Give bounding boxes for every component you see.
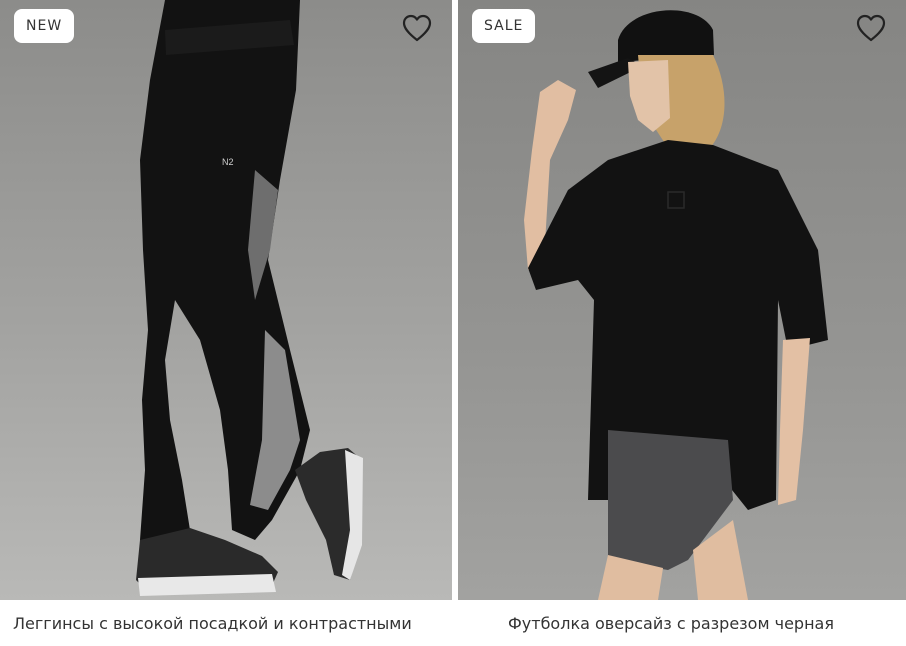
product-card-tshirt[interactable]: SALE Футболка оверсайз с разрезом черная: [458, 0, 906, 646]
wishlist-heart-icon[interactable]: [402, 14, 432, 42]
leggings-photo: N2: [0, 0, 452, 600]
product-image-leggings[interactable]: N2: [0, 0, 452, 600]
sale-badge: SALE: [472, 9, 536, 43]
product-title[interactable]: Леггинсы с высокой посадкой и контрастны…: [0, 614, 452, 633]
new-badge: NEW: [14, 9, 75, 43]
wishlist-heart-icon[interactable]: [856, 14, 886, 42]
heart-outline-icon: [856, 14, 886, 42]
product-card-leggings[interactable]: N2 NEW Леггинсы с высокой посадкой и кон…: [0, 0, 452, 646]
product-grid: N2 NEW Леггинсы с высокой посадкой и кон…: [0, 0, 906, 646]
heart-outline-icon: [402, 14, 432, 42]
product-title[interactable]: Футболка оверсайз с разрезом черная: [458, 614, 906, 633]
tshirt-photo: [458, 0, 906, 600]
product-image-tshirt[interactable]: [458, 0, 906, 600]
svg-text:N2: N2: [222, 157, 234, 167]
